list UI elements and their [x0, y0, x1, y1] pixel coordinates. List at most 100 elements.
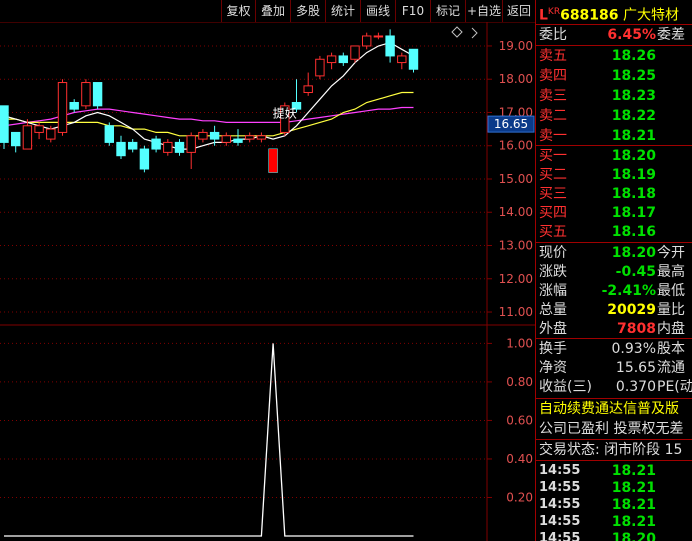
candle-body: [303, 85, 313, 94]
bid-row: 买五 18.16: [539, 222, 692, 242]
stat-label-2: 量比: [657, 302, 685, 318]
ask-label: 卖二: [539, 108, 567, 124]
toolbar: 复权 叠加 多股 统计 画线 F10 标记 +自选 返回: [0, 0, 535, 22]
toolbar-button-0[interactable]: 复权: [221, 0, 255, 22]
kline-chart[interactable]: 19.0018.0017.0016.0015.0014.0013.0012.00…: [0, 0, 535, 541]
stat-label: 涨幅: [539, 283, 567, 299]
bid-row: 买四 18.17: [539, 203, 692, 223]
notice-2: 公司已盈利 投票权无差: [539, 421, 684, 437]
candle-body: [81, 82, 91, 107]
bid-price: 18.19: [611, 167, 656, 183]
ask-row: 卖四 18.25: [539, 66, 692, 86]
candle-body: [233, 138, 243, 143]
candle-body: [104, 125, 114, 143]
stat-label-2: 今开: [657, 245, 685, 261]
stat2-label: 净资: [539, 360, 567, 376]
stat2-label-2: 流通: [657, 360, 685, 376]
main-tick-label: 14.00: [499, 205, 533, 219]
stock-code: 688186: [560, 7, 619, 24]
bid-row: 买一 18.20: [539, 146, 692, 166]
candle-body: [34, 125, 44, 133]
tick-price: 18.20: [611, 531, 656, 541]
candle-body: [338, 55, 349, 64]
toolbar-button-8[interactable]: 返回: [502, 0, 535, 22]
stat-label: 总量: [539, 302, 567, 318]
candle-body: [0, 105, 9, 143]
bid-price: 18.17: [611, 205, 656, 221]
main-tick-label: 16.00: [499, 139, 533, 153]
candle-body: [151, 138, 161, 150]
candle-body: [385, 35, 395, 57]
bid-label: 买五: [539, 224, 567, 240]
stat2-value: 0.93%: [611, 341, 656, 357]
ask-price: 18.23: [611, 88, 656, 104]
bid-price: 18.16: [611, 224, 656, 240]
sub-tick-label: 1.00: [506, 336, 533, 350]
sub-tick-label: 0.80: [506, 375, 533, 389]
stock-name: 广大特材: [622, 7, 679, 24]
stat2-row: 净资 15.65 流通: [539, 358, 692, 378]
stat-value: 18.20: [611, 245, 656, 261]
stat2-label: 换手: [539, 341, 567, 357]
bid-price: 18.20: [611, 148, 656, 164]
ask-row: 卖二 18.22: [539, 106, 692, 126]
main-tick-label: 13.00: [499, 239, 533, 253]
trade-status: 交易状态: 闭市阶段 15: [539, 442, 683, 458]
toolbar-button-1[interactable]: 叠加: [255, 0, 290, 22]
stock-title: LKR688186 广大特材: [539, 2, 679, 24]
ask-row: 卖一 18.21: [539, 126, 692, 146]
chart-annotation: 提妖: [273, 105, 297, 120]
bid-label: 买一: [539, 148, 567, 164]
notice-1: 自动续费通达信普及版: [539, 401, 679, 417]
stat-row: 总量 20029 量比: [539, 300, 692, 320]
candle-body: [57, 82, 68, 133]
candle-body: [221, 135, 232, 143]
ask-price: 18.25: [611, 68, 656, 84]
signal-line: [4, 343, 414, 537]
toolbar-button-2[interactable]: 多股: [290, 0, 325, 22]
candle-body: [315, 58, 325, 77]
ask-row: 卖三 18.23: [539, 86, 692, 106]
ask-label: 卖三: [539, 88, 567, 104]
stat-label-2: 最高: [657, 264, 685, 280]
quote-panel: LKR688186 广大特材 委比 6.45% 委差 卖五 18.26 卖四 18.2…: [535, 0, 692, 541]
candle-body: [245, 135, 255, 140]
stat2-label-2: PE(动: [657, 379, 692, 395]
stat2-label-2: 股本: [657, 341, 685, 357]
stat-label-2: 最低: [657, 283, 685, 299]
bid-label: 买三: [539, 186, 567, 202]
stat-row: 涨幅 -2.41% 最低: [539, 281, 692, 301]
candle-body: [92, 82, 103, 107]
stat-label: 外盘: [539, 321, 567, 337]
toolbar-button-7[interactable]: +自选: [465, 0, 502, 22]
candle-body: [174, 141, 185, 153]
candle-body: [256, 135, 267, 140]
main-tick-label: 11.00: [499, 305, 533, 319]
candle-body: [11, 131, 21, 147]
stat2-label: 收益(三): [539, 379, 592, 395]
candle-body: [397, 55, 407, 64]
main-tick-label: 12.00: [499, 272, 533, 286]
candle-body: [362, 35, 372, 47]
stat-value: -2.41%: [601, 283, 656, 299]
candle-body: [198, 131, 208, 140]
sub-tick-label: 0.20: [506, 490, 533, 504]
toolbar-button-4[interactable]: 画线: [360, 0, 395, 22]
ask-price: 18.22: [611, 108, 656, 124]
bid-row: 买三 18.18: [539, 184, 692, 204]
main-tick-label: 15.00: [499, 172, 533, 186]
main-tick-label: 18.00: [499, 72, 533, 86]
sub-tick-label: 0.40: [506, 452, 533, 466]
toolbar-button-6[interactable]: 标记: [430, 0, 465, 22]
weicha-label: 委差: [657, 27, 685, 43]
candle-body: [186, 135, 196, 153]
tick-time: 14:55: [539, 531, 581, 541]
ask-label: 卖四: [539, 68, 567, 84]
stat-value: 20029: [607, 302, 656, 318]
toolbar-button-3[interactable]: 统计: [325, 0, 360, 22]
candle-body: [350, 45, 360, 60]
stat2-row: 换手 0.93% 股本: [539, 339, 692, 359]
toolbar-button-5[interactable]: F10: [395, 0, 430, 22]
bid-row: 买二 18.19: [539, 165, 692, 185]
stat-label: 涨跌: [539, 264, 567, 280]
